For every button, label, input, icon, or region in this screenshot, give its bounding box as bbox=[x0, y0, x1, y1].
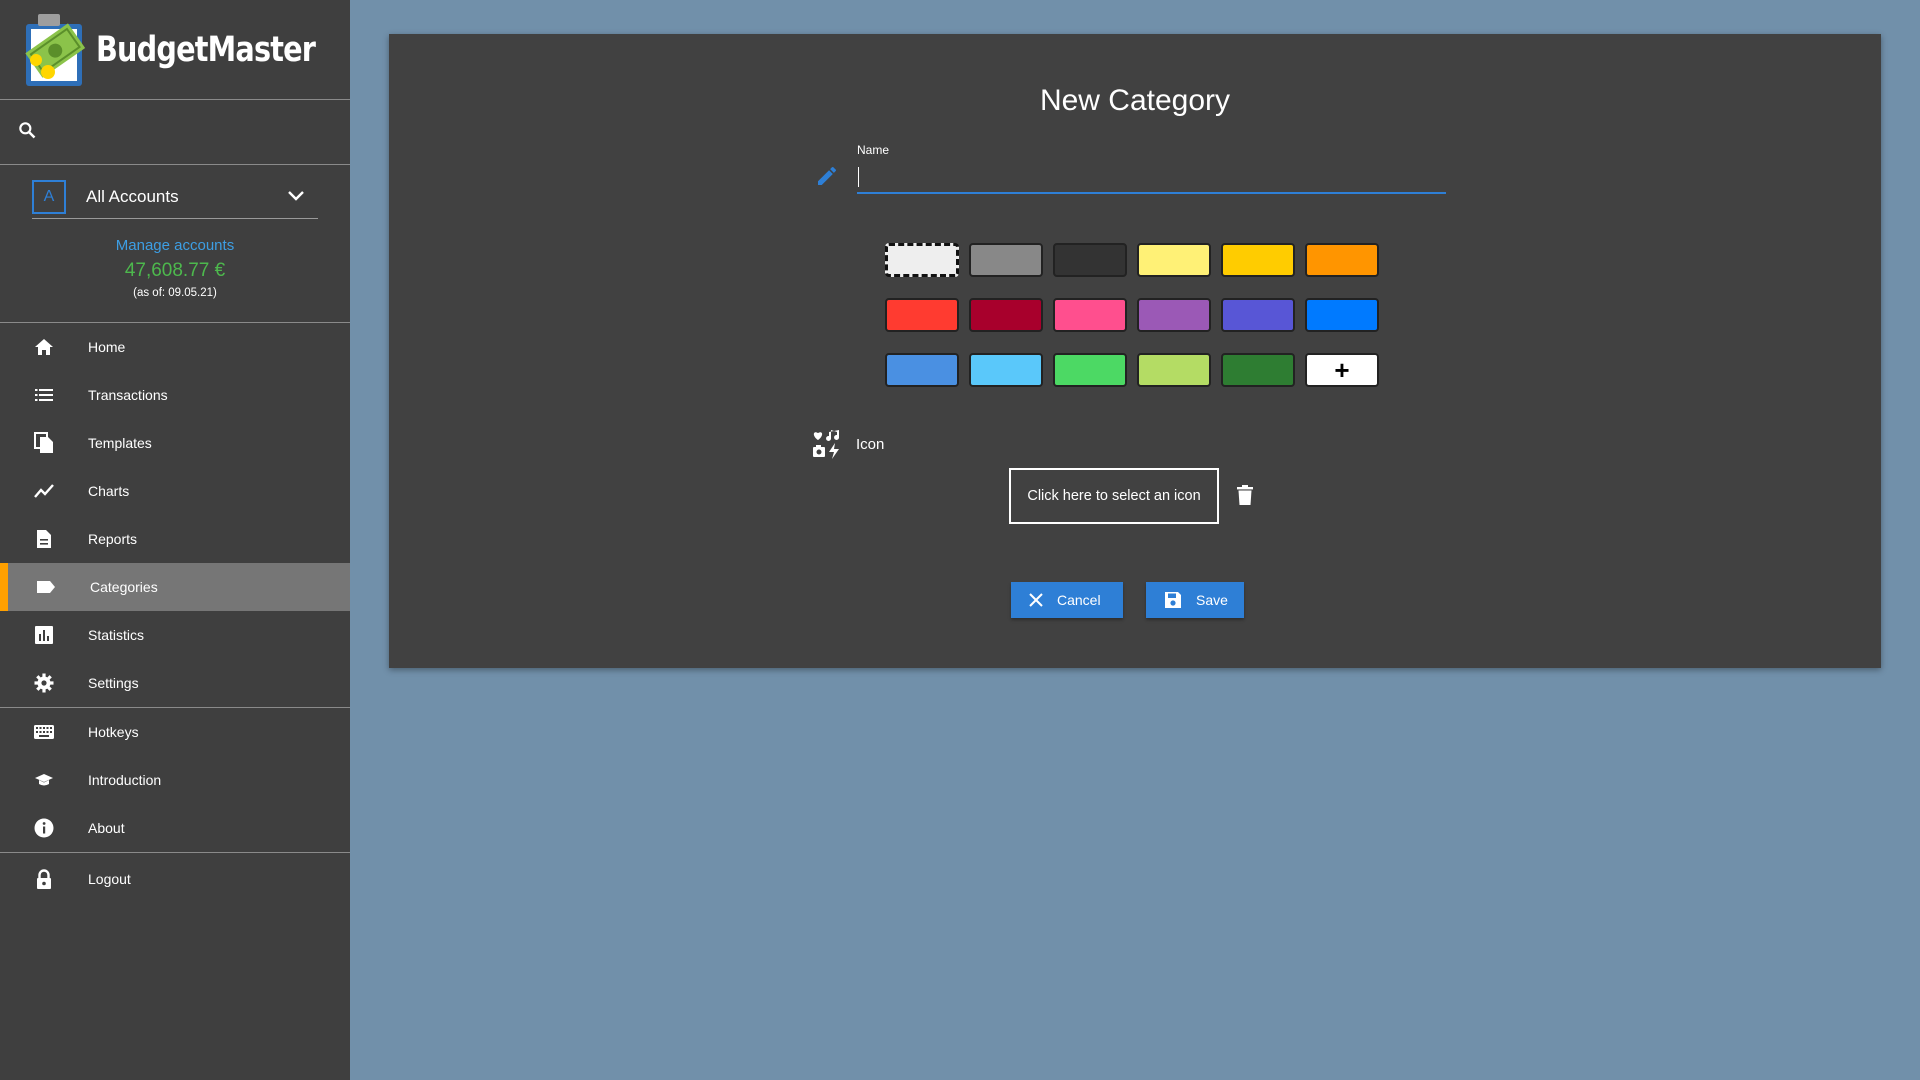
sidebar-item-statistics[interactable]: Statistics bbox=[0, 611, 350, 659]
cancel-button-label: Cancel bbox=[1057, 592, 1101, 608]
file-copy-icon bbox=[33, 432, 55, 454]
cancel-button[interactable]: Cancel bbox=[1011, 582, 1123, 618]
line-chart-icon bbox=[33, 480, 55, 502]
icon-collection-icon bbox=[811, 428, 843, 465]
save-button[interactable]: Save bbox=[1146, 582, 1244, 618]
name-input[interactable] bbox=[857, 158, 1446, 194]
color-swatch[interactable] bbox=[1221, 243, 1295, 277]
manage-accounts-link[interactable]: Manage accounts bbox=[0, 237, 350, 254]
sidebar-item-label: Hotkeys bbox=[88, 724, 139, 740]
search-icon[interactable] bbox=[17, 120, 37, 145]
color-swatch[interactable] bbox=[1221, 298, 1295, 332]
sidebar-item-label: About bbox=[88, 820, 125, 836]
account-select[interactable]: A All Accounts bbox=[32, 175, 318, 219]
sidebar-nav-secondary: Hotkeys Introduction About bbox=[0, 708, 350, 852]
color-swatch[interactable] bbox=[885, 353, 959, 387]
label-icon bbox=[35, 576, 57, 598]
color-swatch[interactable] bbox=[1137, 353, 1211, 387]
select-icon-button[interactable]: Click here to select an icon bbox=[1009, 468, 1219, 524]
info-icon bbox=[33, 817, 55, 839]
balance-date: (as of: 09.05.21) bbox=[133, 287, 217, 299]
sidebar-item-templates[interactable]: Templates bbox=[0, 419, 350, 467]
account-name: All Accounts bbox=[86, 186, 179, 206]
sidebar-divider bbox=[0, 852, 350, 853]
list-icon bbox=[33, 384, 55, 406]
color-swatch[interactable] bbox=[1053, 353, 1127, 387]
budgetmaster-logo bbox=[22, 10, 88, 90]
sidebar-item-label: Logout bbox=[88, 871, 131, 887]
page-title: New Category bbox=[1039, 84, 1231, 117]
pencil-icon bbox=[815, 164, 839, 193]
home-icon bbox=[33, 336, 55, 358]
color-swatch[interactable] bbox=[885, 243, 959, 277]
icon-label: Icon bbox=[856, 436, 885, 453]
document-icon bbox=[33, 528, 55, 550]
color-swatch[interactable] bbox=[969, 243, 1043, 277]
sidebar-item-label: Home bbox=[88, 339, 126, 355]
sidebar-item-home[interactable]: Home bbox=[0, 323, 350, 371]
new-category-card: New Category Name + Icon Click here to s… bbox=[389, 34, 1881, 668]
color-palette: + bbox=[885, 243, 1379, 387]
color-swatch[interactable] bbox=[969, 353, 1043, 387]
logo-area: BudgetMaster bbox=[0, 0, 350, 100]
color-swatch[interactable] bbox=[885, 298, 959, 332]
sidebar-item-label: Templates bbox=[88, 435, 152, 451]
color-swatch[interactable] bbox=[1305, 243, 1379, 277]
sidebar-item-settings[interactable]: Settings bbox=[0, 659, 350, 707]
sidebar-item-label: Charts bbox=[88, 483, 130, 499]
add-color-button[interactable]: + bbox=[1305, 353, 1379, 387]
account-badge: A bbox=[32, 179, 66, 214]
color-swatch[interactable] bbox=[1137, 243, 1211, 277]
sidebar-nav: Home Transactions Templates Charts Repor… bbox=[0, 323, 350, 707]
sidebar-item-hotkeys[interactable]: Hotkeys bbox=[0, 708, 350, 756]
bar-chart-icon bbox=[33, 624, 55, 646]
color-swatch[interactable] bbox=[1221, 353, 1295, 387]
trash-icon[interactable] bbox=[1237, 485, 1253, 510]
account-info: Manage accounts 47,608.77 € (as of: 09.0… bbox=[0, 219, 350, 323]
chevron-down-icon[interactable] bbox=[288, 188, 304, 206]
sidebar-item-label: Categories bbox=[90, 579, 158, 595]
graduation-cap-icon bbox=[33, 769, 55, 791]
sidebar-item-introduction[interactable]: Introduction bbox=[0, 756, 350, 804]
sidebar: BudgetMaster A All Accounts Manage accou… bbox=[0, 0, 350, 1080]
color-swatch[interactable] bbox=[1053, 243, 1127, 277]
sidebar-item-charts[interactable]: Charts bbox=[0, 467, 350, 515]
sidebar-item-categories[interactable]: Categories bbox=[0, 563, 350, 611]
color-swatch[interactable] bbox=[1053, 298, 1127, 332]
text-cursor bbox=[858, 167, 859, 187]
sidebar-item-label: Settings bbox=[88, 675, 139, 691]
color-swatch[interactable] bbox=[969, 298, 1043, 332]
sidebar-item-label: Statistics bbox=[88, 627, 145, 643]
sidebar-item-label: Transactions bbox=[88, 387, 168, 403]
gear-icon bbox=[33, 672, 55, 694]
close-icon bbox=[1029, 593, 1043, 607]
color-swatch[interactable] bbox=[1305, 298, 1379, 332]
sidebar-item-logout[interactable]: Logout bbox=[0, 855, 350, 903]
name-label: Name bbox=[857, 143, 890, 157]
sidebar-item-label: Reports bbox=[88, 531, 138, 547]
sidebar-item-reports[interactable]: Reports bbox=[0, 515, 350, 563]
floppy-disk-icon bbox=[1164, 591, 1182, 609]
lock-icon bbox=[33, 868, 55, 890]
account-balance: 47,608.77 € bbox=[124, 260, 226, 281]
sidebar-nav-logout: Logout bbox=[0, 855, 350, 903]
save-button-label: Save bbox=[1196, 592, 1228, 608]
app-name: BudgetMaster bbox=[96, 29, 316, 70]
sidebar-item-transactions[interactable]: Transactions bbox=[0, 371, 350, 419]
keyboard-icon bbox=[33, 721, 55, 743]
sidebar-search[interactable] bbox=[0, 100, 350, 165]
sidebar-item-label: Introduction bbox=[88, 772, 162, 788]
sidebar-item-about[interactable]: About bbox=[0, 804, 350, 852]
color-swatch[interactable] bbox=[1137, 298, 1211, 332]
